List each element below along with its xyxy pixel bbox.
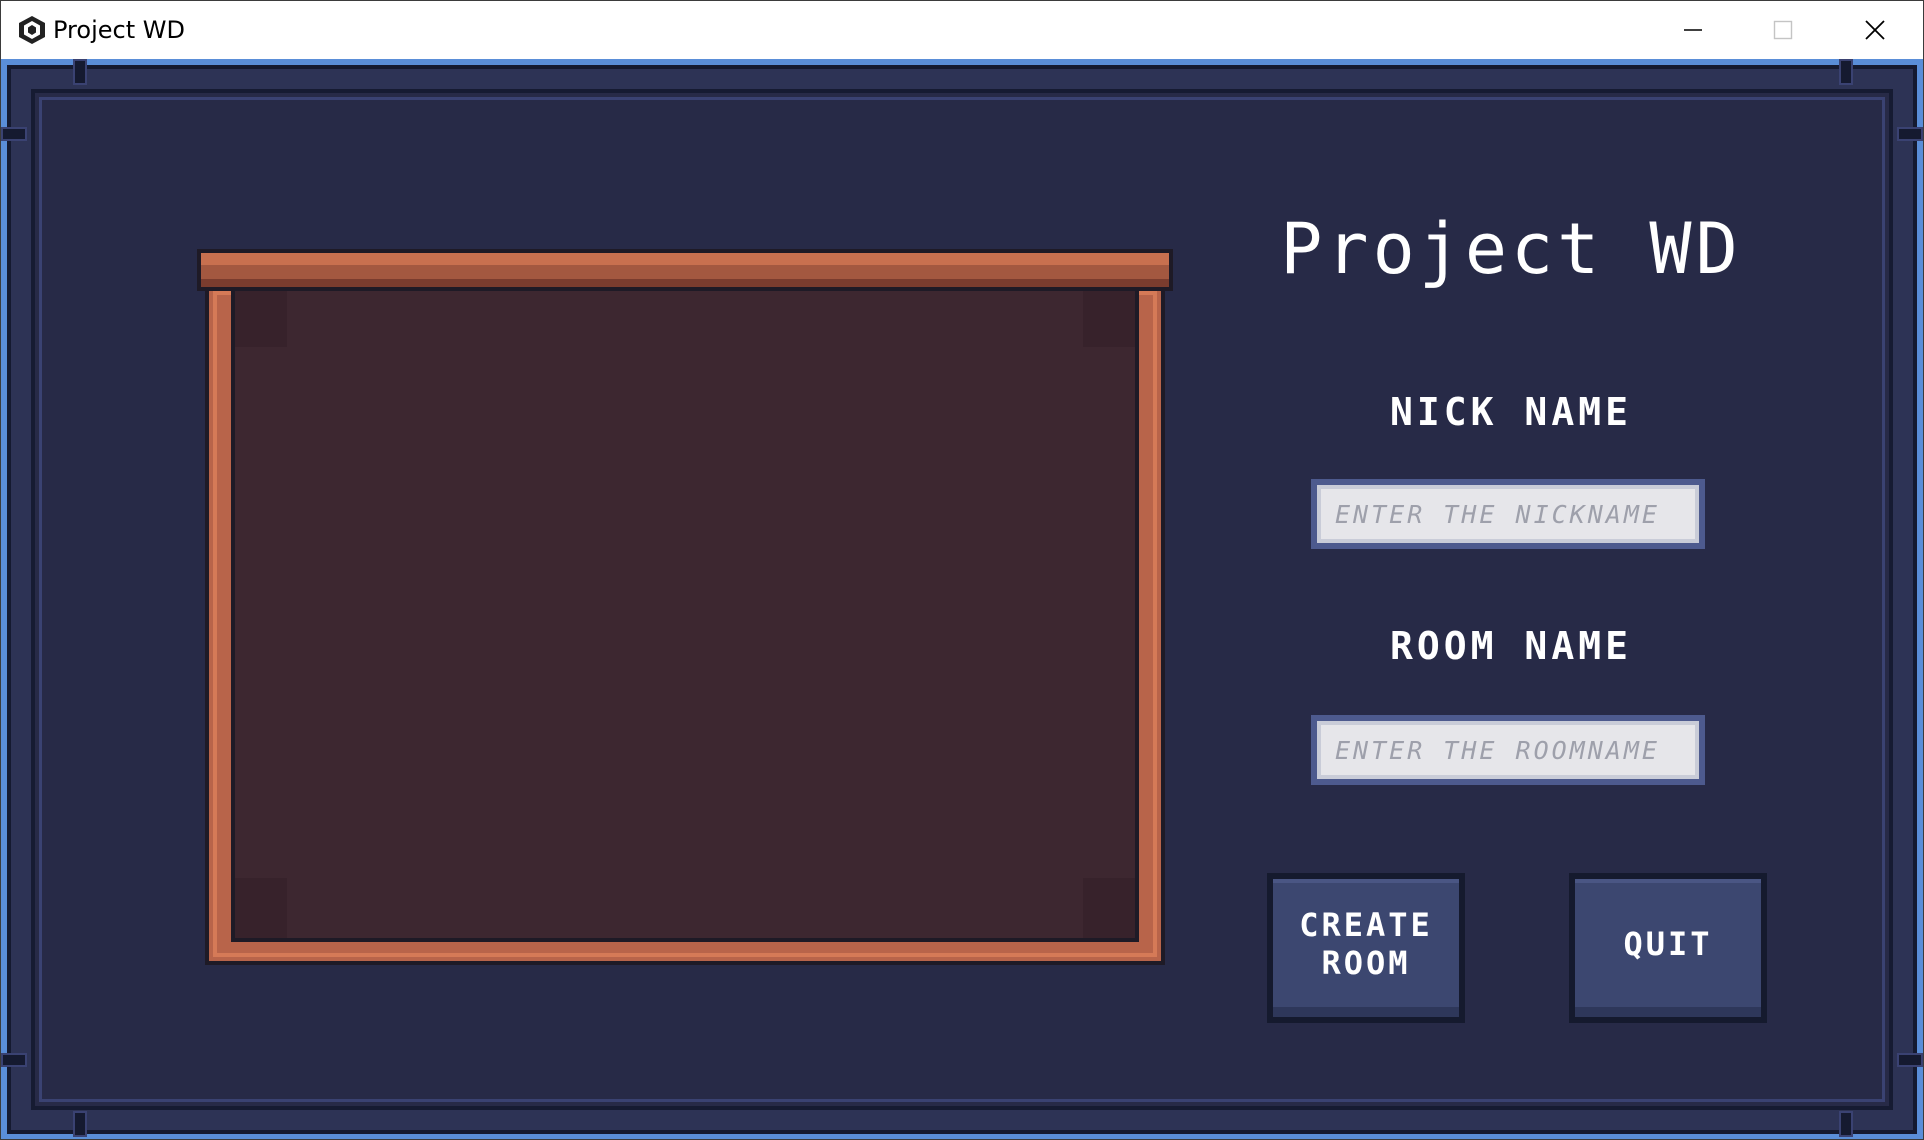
- app-window: Project WD Project WD NICK NAME ENTER TH…: [0, 0, 1924, 1140]
- nickname-label: NICK NAME: [1390, 390, 1632, 434]
- quit-button[interactable]: QUIT: [1569, 873, 1767, 1023]
- nickname-input[interactable]: [1311, 479, 1705, 549]
- board-corner: [235, 287, 287, 347]
- maximize-button[interactable]: [1737, 1, 1829, 59]
- minimize-button[interactable]: [1647, 1, 1739, 59]
- title-bar[interactable]: Project WD: [1, 1, 1923, 59]
- frame-rivet: [73, 1111, 87, 1137]
- frame-rivet: [73, 59, 87, 85]
- minimize-icon: [1684, 29, 1702, 31]
- room-list-area[interactable]: [231, 287, 1139, 942]
- game-title: Project WD: [1280, 208, 1742, 290]
- roomname-input[interactable]: [1311, 715, 1705, 785]
- board-top-rail: [197, 249, 1173, 291]
- board-corner: [235, 878, 287, 938]
- board-corner: [1083, 287, 1135, 347]
- board-frame: [205, 283, 1165, 965]
- close-button[interactable]: [1829, 1, 1921, 59]
- frame-rivet: [1, 127, 27, 141]
- unity-logo-icon: [19, 16, 45, 44]
- board-corner: [1083, 878, 1135, 938]
- board-top-rail-highlight: [201, 253, 1169, 265]
- room-list-board: [197, 249, 1173, 966]
- frame-rivet: [1839, 1111, 1853, 1137]
- create-room-button[interactable]: CREATE ROOM: [1267, 873, 1465, 1023]
- window-title: Project WD: [53, 16, 185, 44]
- roomname-label: ROOM NAME: [1390, 624, 1632, 668]
- frame-rivet: [1, 1053, 27, 1067]
- board-top-rail-shadow: [201, 279, 1169, 287]
- frame-rivet: [1839, 59, 1853, 85]
- frame-rivet: [1897, 1053, 1923, 1067]
- game-viewport: Project WD NICK NAME ROOM NAME CREATE RO…: [1, 59, 1923, 1139]
- frame-rivet: [1897, 127, 1923, 141]
- maximize-icon: [1773, 20, 1793, 40]
- close-icon: [1865, 20, 1885, 40]
